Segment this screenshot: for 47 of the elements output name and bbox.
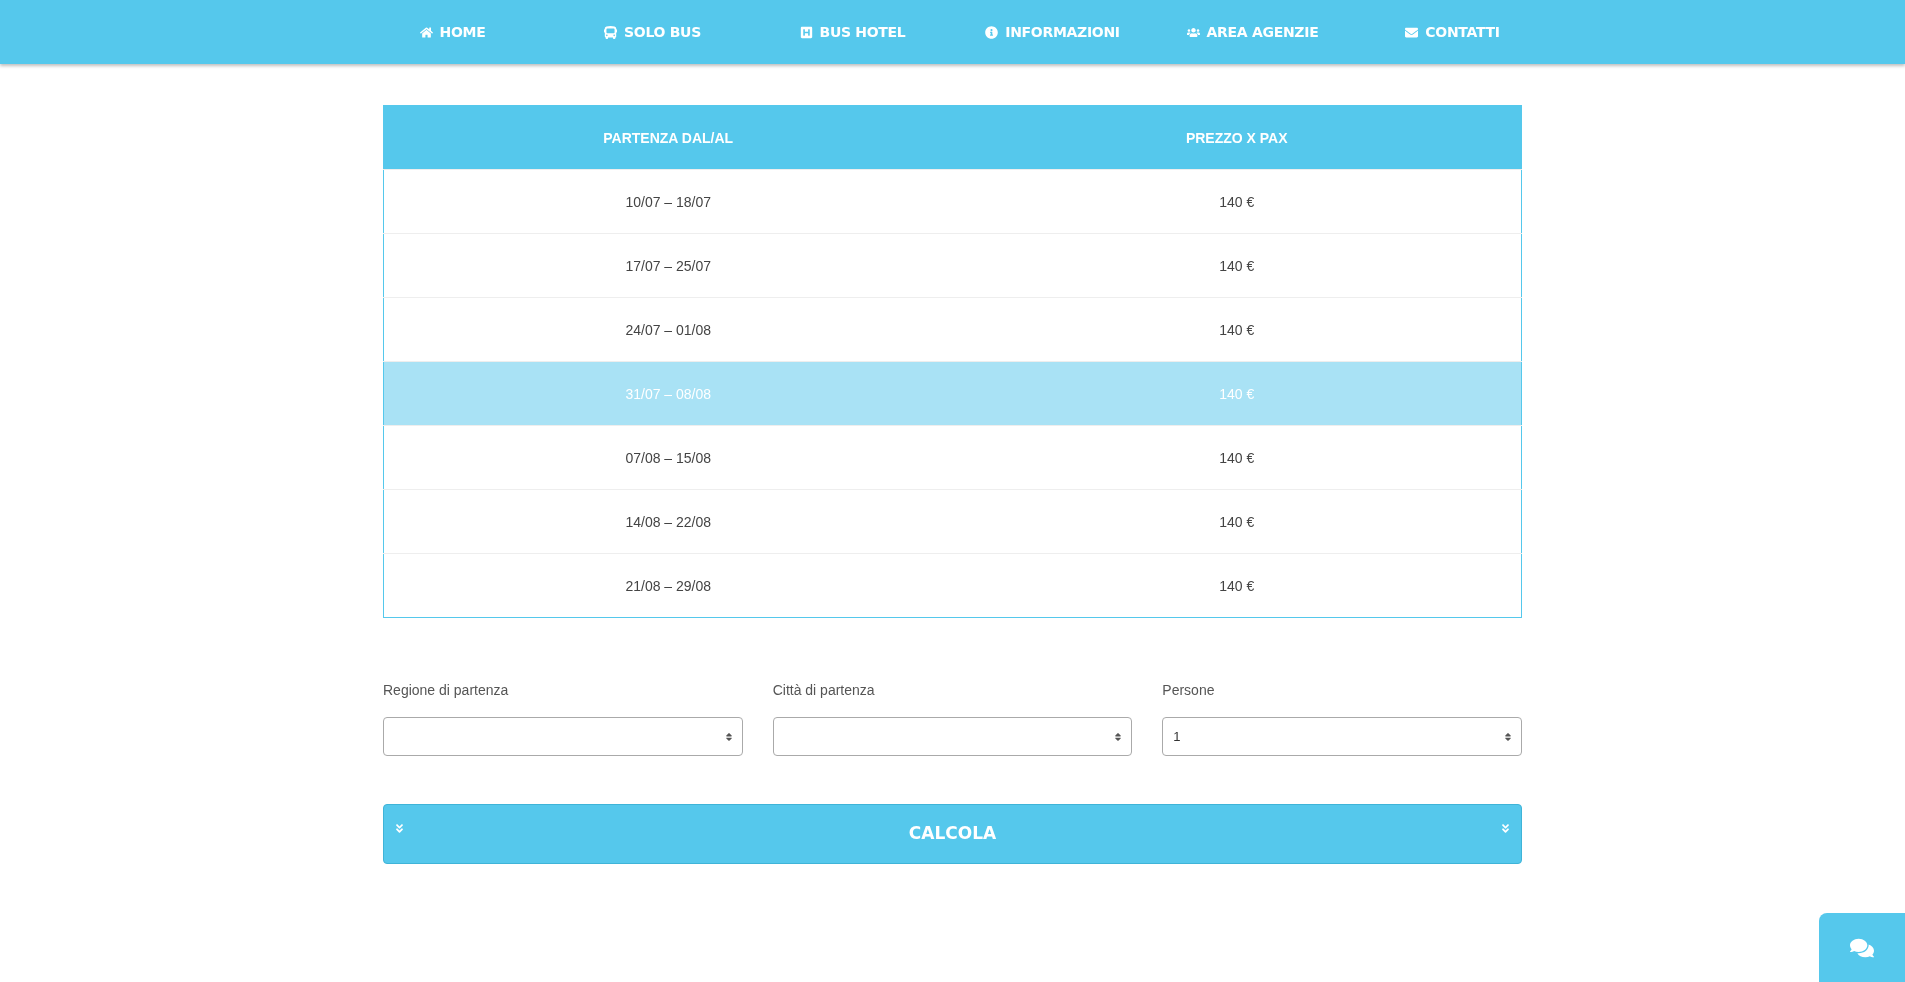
table-row[interactable]: 14/08 – 22/08 140 € (383, 489, 1522, 554)
table-cell: 14/08 – 22/08 (383, 489, 953, 554)
double-chevron-icon (1500, 823, 1511, 834)
sort-arrows-icon (1113, 731, 1124, 742)
field-label: Persone (1162, 682, 1216, 698)
field-label: Città di partenza (772, 682, 876, 698)
table-cell: 21/08 – 29/08 (383, 553, 953, 618)
column-header: PARTENZA DAL/AL (383, 105, 953, 170)
table-row[interactable]: 10/07 – 18/07 140 € (383, 169, 1522, 234)
bus-icon (604, 25, 618, 39)
nav-link[interactable]: CONTATTI (1352, 24, 1553, 40)
table-cell: 140 € (952, 361, 1522, 426)
info-icon (985, 25, 999, 39)
select-field[interactable] (772, 717, 1133, 756)
table-cell: 140 € (952, 553, 1522, 618)
table-cell: 140 € (952, 425, 1522, 490)
table-cell: 10/07 – 18/07 (383, 169, 953, 234)
select-field[interactable]: 1 (1162, 717, 1522, 756)
sort-arrows-icon (1503, 731, 1513, 742)
table-cell: 140 € (952, 169, 1522, 234)
table-row[interactable]: 21/08 – 29/08 140 € (383, 553, 1522, 618)
table-cell: 31/07 – 08/08 (383, 361, 953, 426)
double-chevron-icon (394, 823, 405, 834)
table-row[interactable]: 24/07 – 01/08 140 € (383, 297, 1522, 362)
home-icon (419, 25, 433, 39)
nav-link[interactable]: BUS HOTEL (752, 24, 953, 40)
nav-link[interactable]: HOME (352, 24, 553, 40)
table-cell: 140 € (952, 297, 1522, 362)
nav-link[interactable]: INFORMAZIONI (952, 24, 1153, 40)
nav-link[interactable]: AREA AGENZIE (1152, 24, 1353, 40)
envelope-icon (1405, 25, 1419, 39)
table-row[interactable]: 07/08 – 15/08 140 € (383, 425, 1522, 490)
table-cell: 24/07 – 01/08 (383, 297, 953, 362)
column-header: PREZZO X PAX (952, 105, 1522, 170)
table-cell: 07/08 – 15/08 (383, 425, 953, 490)
select-field[interactable] (383, 717, 743, 756)
users-icon (1186, 25, 1200, 39)
table-cell: 17/07 – 25/07 (383, 233, 953, 298)
table-row[interactable]: 17/07 – 25/07 140 € (383, 233, 1522, 298)
nav-link[interactable]: SOLO BUS (552, 24, 753, 40)
field-label: Regione di partenza (383, 682, 510, 698)
chat-button[interactable] (1819, 913, 1905, 982)
calculate-button[interactable]: CALCOLA (383, 804, 1522, 864)
hotel-icon (799, 25, 813, 39)
table-cell: 140 € (952, 233, 1522, 298)
table-cell: 140 € (952, 489, 1522, 554)
sort-arrows-icon (723, 731, 734, 742)
